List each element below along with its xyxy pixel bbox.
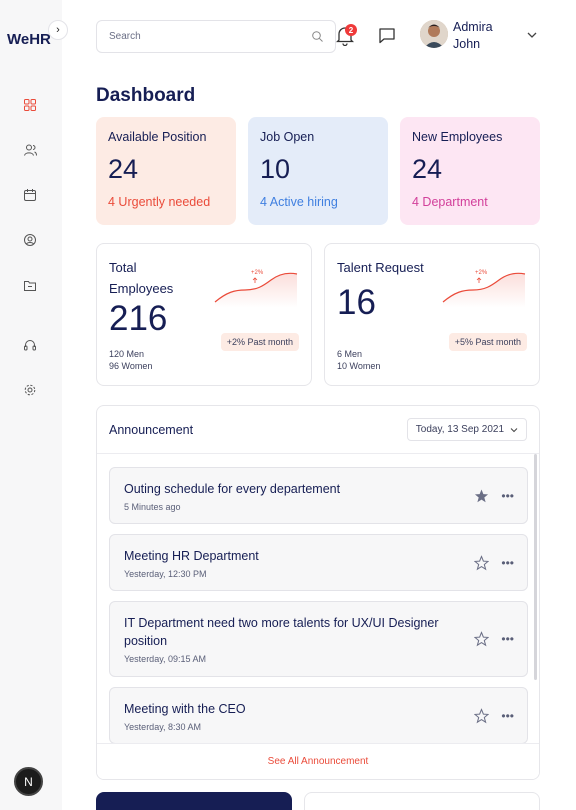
more-options-icon[interactable]: ••• bbox=[501, 709, 514, 723]
stat-value: 24 bbox=[108, 154, 139, 184]
talent-request-card[interactable]: Talent Request 16 +2% +5% Past month 6 M… bbox=[324, 243, 540, 386]
brand-logo: WeHR bbox=[7, 31, 51, 48]
sidebar-toggle-button[interactable]: › bbox=[48, 20, 68, 40]
stat-value: 10 bbox=[260, 154, 291, 184]
profile-icon[interactable] bbox=[23, 233, 37, 247]
announcement-item-title: Meeting HR Department bbox=[124, 549, 259, 563]
dashboard-icon[interactable] bbox=[23, 98, 37, 112]
star-outline-icon[interactable] bbox=[474, 631, 489, 647]
stat-label: Available Position bbox=[108, 130, 207, 144]
settings-icon[interactable] bbox=[23, 383, 37, 397]
men-count: 6 Men bbox=[337, 349, 363, 359]
stat-card-available-position[interactable]: Available Position 24 4 Urgently needed bbox=[96, 117, 236, 225]
star-outline-icon[interactable] bbox=[474, 708, 489, 723]
stat-card-job-open[interactable]: Job Open 10 4 Active hiring bbox=[248, 117, 388, 225]
stat-card-new-employees[interactable]: New Employees 24 4 Department bbox=[400, 117, 540, 225]
sparkline-chart: +2% bbox=[214, 270, 298, 308]
sparkline-label: +2% bbox=[475, 270, 488, 276]
users-icon[interactable] bbox=[23, 143, 37, 157]
user-avatar[interactable] bbox=[420, 20, 448, 48]
women-count: 10 Women bbox=[337, 361, 381, 371]
search-placeholder: Search bbox=[109, 31, 141, 42]
total-employees-card[interactable]: Total Employees 216 +2% +2% Past month 1… bbox=[96, 243, 312, 386]
announcement-item-time: Yesterday, 8:30 AM bbox=[124, 722, 202, 732]
women-count: 96 Women bbox=[109, 361, 153, 371]
search-icon bbox=[312, 31, 323, 42]
gender-breakdown: 120 Men 96 Women bbox=[109, 348, 152, 372]
more-options-icon[interactable]: ••• bbox=[501, 489, 514, 503]
chevron-down-icon[interactable] bbox=[526, 30, 538, 40]
calendar-icon[interactable] bbox=[23, 188, 37, 202]
recent-activity-card bbox=[96, 792, 292, 810]
announcement-item-title: Outing schedule for every departement bbox=[124, 482, 341, 496]
more-options-icon[interactable]: ••• bbox=[501, 632, 514, 646]
user-name[interactable]: Admira John bbox=[453, 19, 513, 53]
chevron-down-icon bbox=[510, 427, 518, 432]
stat-subtext: 4 Active hiring bbox=[260, 195, 338, 209]
stat-value: 24 bbox=[412, 154, 443, 184]
gender-breakdown: 6 Men 10 Women bbox=[337, 348, 380, 372]
more-options-icon[interactable]: ••• bbox=[501, 556, 514, 570]
announcement-item[interactable]: Outing schedule for every departement 5 … bbox=[109, 467, 528, 524]
sparkline-chart: +2% bbox=[442, 270, 526, 308]
announcement-item-title: Meeting with the CEO bbox=[124, 702, 246, 716]
announcement-item[interactable]: Meeting with the CEO Yesterday, 8:30 AM … bbox=[109, 687, 528, 744]
notification-badge: 2 bbox=[345, 24, 357, 36]
see-all-announcement-link[interactable]: See All Announcement bbox=[97, 743, 539, 779]
folder-icon[interactable] bbox=[23, 278, 37, 292]
sidebar: WeHR › N bbox=[0, 0, 68, 810]
trend-pill: +2% Past month bbox=[220, 333, 299, 351]
star-filled-icon[interactable] bbox=[474, 488, 489, 503]
search-input[interactable]: Search bbox=[96, 20, 336, 53]
announcement-panel: Announcement Today, 13 Sep 2021 Outing s… bbox=[96, 405, 540, 780]
card-label: Talent Request bbox=[337, 260, 424, 275]
stat-label: Job Open bbox=[260, 130, 315, 144]
announcement-item-title: IT Department need two more talents for … bbox=[124, 616, 439, 648]
chat-icon[interactable] bbox=[378, 27, 396, 45]
divider bbox=[97, 453, 539, 454]
account-avatar[interactable]: N bbox=[14, 767, 43, 796]
announcement-title: Announcement bbox=[109, 423, 194, 437]
date-filter-dropdown[interactable]: Today, 13 Sep 2021 bbox=[406, 418, 527, 441]
sparkline-label: +2% bbox=[251, 270, 264, 276]
star-outline-icon[interactable] bbox=[474, 555, 489, 570]
date-filter-value: Today, 13 Sep 2021 bbox=[415, 424, 504, 435]
stat-subtext: 4 Urgently needed bbox=[108, 195, 211, 209]
trend-pill: +5% Past month bbox=[448, 333, 527, 351]
announcement-item-time: Yesterday, 09:15 AM bbox=[124, 654, 207, 664]
headset-icon[interactable] bbox=[23, 338, 37, 352]
announcement-item-time: Yesterday, 12:30 PM bbox=[124, 569, 207, 579]
stat-subtext: 4 Department bbox=[412, 195, 488, 209]
card-label: Total Employees bbox=[109, 260, 174, 296]
schedule-card bbox=[304, 792, 540, 810]
stat-label: New Employees bbox=[412, 130, 503, 144]
announcement-item-time: 5 Minutes ago bbox=[124, 502, 181, 512]
page-title: Dashboard bbox=[96, 85, 196, 106]
announcement-item[interactable]: Meeting HR Department Yesterday, 12:30 P… bbox=[109, 534, 528, 591]
announcement-item[interactable]: IT Department need two more talents for … bbox=[109, 601, 528, 677]
scrollbar[interactable] bbox=[534, 454, 537, 680]
men-count: 120 Men bbox=[109, 349, 145, 359]
